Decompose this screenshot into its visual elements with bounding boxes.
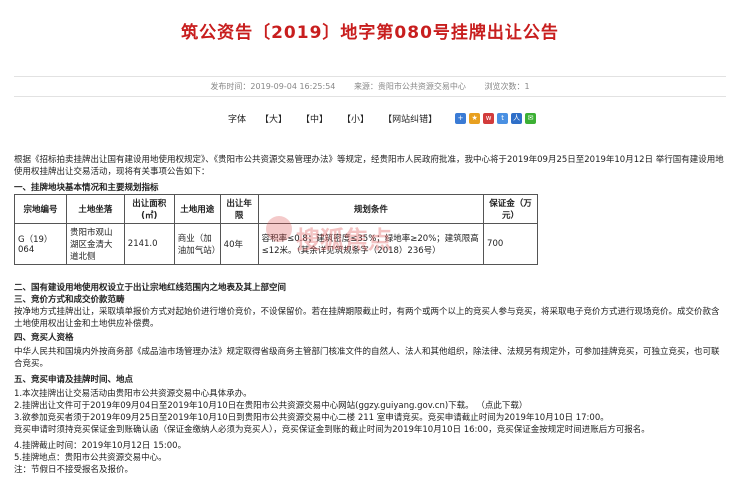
table-cell: 贵阳市观山湖区金清大道北侧	[65, 223, 125, 265]
watermark: 搜狐焦点	[296, 226, 392, 254]
section-heading: 二、国有建设用地使用权设立于出让宗地红线范围内之地表及其上部空间	[14, 283, 287, 293]
col-header: 宗地编号	[14, 194, 67, 224]
section-paragraph: 按净地方式挂牌出让，采取填单报价方式对起始价进行增价竞价，不设保留价。若在挂牌期…	[14, 307, 720, 329]
list-item: 1.本次挂牌出让交易活动由贵阳市公共资源交易中心具体承办。	[14, 389, 252, 399]
col-header: 土地坐落	[65, 194, 125, 224]
section-heading: 四、竞买人资格	[14, 333, 74, 343]
table-cell: 商业（加油加气站）	[173, 223, 221, 265]
table-cell: 700	[483, 223, 538, 265]
section-heading: 三、竞价方式和成交价款范畴	[14, 295, 125, 305]
share-wechat-icon[interactable]: ✉	[525, 113, 537, 124]
site-correction-button[interactable]: 【网站纠错】	[383, 112, 437, 125]
font-large-button[interactable]: 【大】	[260, 112, 287, 125]
col-header: 出让面积(㎡)	[123, 194, 175, 224]
table-cell: G（19）064	[14, 223, 67, 265]
font-medium-button[interactable]: 【中】	[301, 112, 328, 125]
watermark-logo-icon	[266, 216, 292, 242]
table-cell: 2141.0	[123, 223, 175, 265]
font-toolbar: 字体 【大】 【中】 【小】 【网站纠错】 + ★ w t 人 ✉	[228, 112, 537, 125]
share-weibo-icon[interactable]: w	[483, 113, 495, 124]
list-item: 5.挂牌地点：贵阳市公共资源交易中心。	[14, 453, 167, 463]
divider	[14, 96, 726, 97]
list-item: 竞买申请时须持竞买保证金到账确认函（保证金缴纳人必须为竞买人），竞买保证金到账的…	[14, 425, 650, 435]
page-title: 筑公资告〔2019〕地字第080号挂牌出让公告	[181, 23, 559, 43]
source: 来源：贵阳市公共资源交易中心	[353, 82, 466, 91]
list-item[interactable]: 2.挂牌出让文件可于2019年09月04日至2019年10月10日在贵阳市公共资…	[14, 400, 726, 412]
view-count: 浏览次数：1	[484, 82, 530, 91]
font-small-button[interactable]: 【小】	[342, 112, 369, 125]
list-item: 3.欲参加竞买者须于2019年09月25日至2019年10月10日到贵阳市公共资…	[14, 413, 609, 423]
share-renren-icon[interactable]: 人	[511, 113, 523, 124]
section-heading: 五、竞买申请及挂牌时间、地点	[14, 375, 134, 385]
intro-paragraph: 根据《招标拍卖挂牌出让国有建设用地使用权规定》、《贵阳市公共资源交易管理办法》等…	[14, 155, 724, 177]
publish-time: 发布时间：2019-09-04 16:25:54	[210, 82, 336, 91]
divider	[14, 76, 726, 77]
list-item: 注：节假日不接受报名及报价。	[14, 465, 134, 475]
section-heading: 一、挂牌地块基本情况和主要规划指标	[14, 183, 159, 193]
table-cell: 40年	[219, 223, 259, 265]
col-header: 土地用途	[173, 194, 221, 224]
col-header: 保证金（万元）	[483, 194, 538, 224]
share-qzone-icon[interactable]: ★	[469, 113, 481, 124]
list-item: 4.挂牌截止时间：2019年10月12日 15:00。	[14, 441, 187, 451]
share-tqq-icon[interactable]: t	[497, 113, 509, 124]
col-header: 出让年限	[219, 194, 259, 224]
article-meta: 发布时间：2019-09-04 16:25:54 来源：贵阳市公共资源交易中心 …	[0, 81, 740, 92]
font-label: 字体	[228, 115, 247, 125]
section-paragraph: 中华人民共和国境内外按商务部《成品油市场管理办法》规定取得省级商务主管部门核准文…	[14, 347, 720, 369]
share-icons: + ★ w t 人 ✉	[455, 113, 537, 124]
share-plus-icon[interactable]: +	[455, 113, 467, 124]
